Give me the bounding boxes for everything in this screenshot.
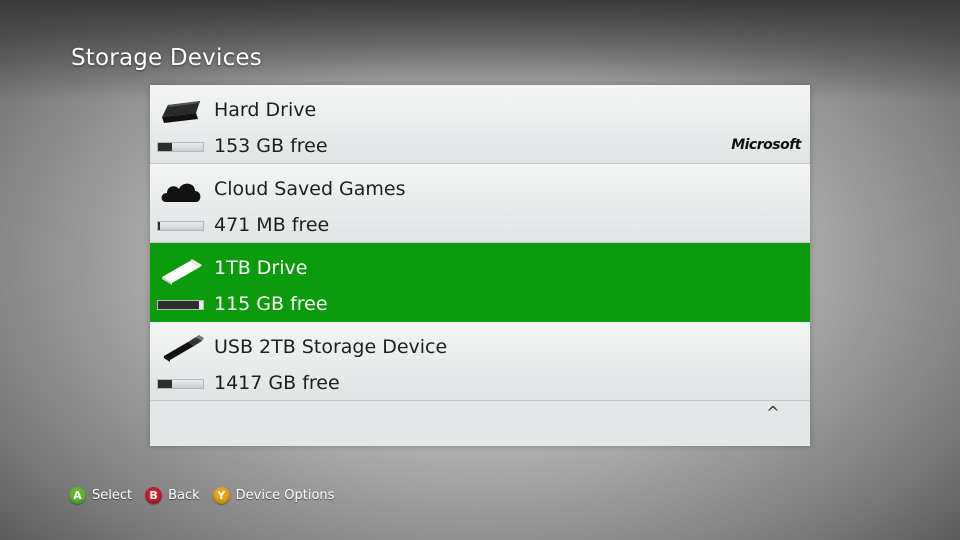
microsoft-logo: Microsoft xyxy=(731,137,801,153)
usb-stick-icon xyxy=(164,335,204,362)
device-row-cloud-saved-games[interactable]: Cloud Saved Games 471 MB free xyxy=(150,164,810,243)
device-free-space: 153 GB free xyxy=(214,135,328,157)
b-button-icon: B xyxy=(145,487,163,504)
usage-meter-fill xyxy=(158,143,172,151)
hint-label: Device Options xyxy=(235,488,335,503)
device-name: Hard Drive xyxy=(214,99,317,121)
device-free-space: 1417 GB free xyxy=(214,372,340,394)
hint-label: Select xyxy=(92,488,133,503)
usage-meter-fill xyxy=(158,222,161,230)
device-free-space: 115 GB free xyxy=(214,293,328,315)
page-title: Storage Devices xyxy=(71,45,262,71)
a-button-icon: A xyxy=(69,487,86,504)
hard-drive-icon xyxy=(162,101,200,123)
usage-meter-fill xyxy=(158,301,199,309)
scroll-up-arrow[interactable]: ^ xyxy=(760,403,786,423)
device-name: Cloud Saved Games xyxy=(214,178,406,200)
button-hints: A Select B Back Y Device Options xyxy=(69,487,347,504)
device-name: USB 2TB Storage Device xyxy=(214,336,448,358)
usb-drive-icon xyxy=(162,259,202,285)
hint-device-options[interactable]: Y Device Options xyxy=(212,487,335,504)
usage-meter xyxy=(157,379,204,389)
usage-meter xyxy=(157,300,204,310)
usage-meter xyxy=(157,221,204,231)
device-free-space: 471 MB free xyxy=(214,214,330,236)
device-row-1tb-drive[interactable]: 1TB Drive 115 GB free xyxy=(150,243,810,322)
device-row-hard-drive[interactable]: Hard Drive 153 GB free Microsoft xyxy=(150,85,810,164)
cloud-icon xyxy=(161,183,201,202)
y-button-icon: Y xyxy=(212,487,230,504)
hint-select[interactable]: A Select xyxy=(69,487,132,504)
device-name: 1TB Drive xyxy=(214,257,308,279)
device-row-usb-2tb-storage[interactable]: USB 2TB Storage Device 1417 GB free xyxy=(150,322,810,401)
hint-label: Back xyxy=(168,488,200,503)
usage-meter xyxy=(157,142,204,152)
usage-meter-fill xyxy=(158,380,172,388)
hint-back[interactable]: B Back xyxy=(145,487,200,504)
device-list: Hard Drive 153 GB free Microsoft Cloud S… xyxy=(150,85,810,446)
